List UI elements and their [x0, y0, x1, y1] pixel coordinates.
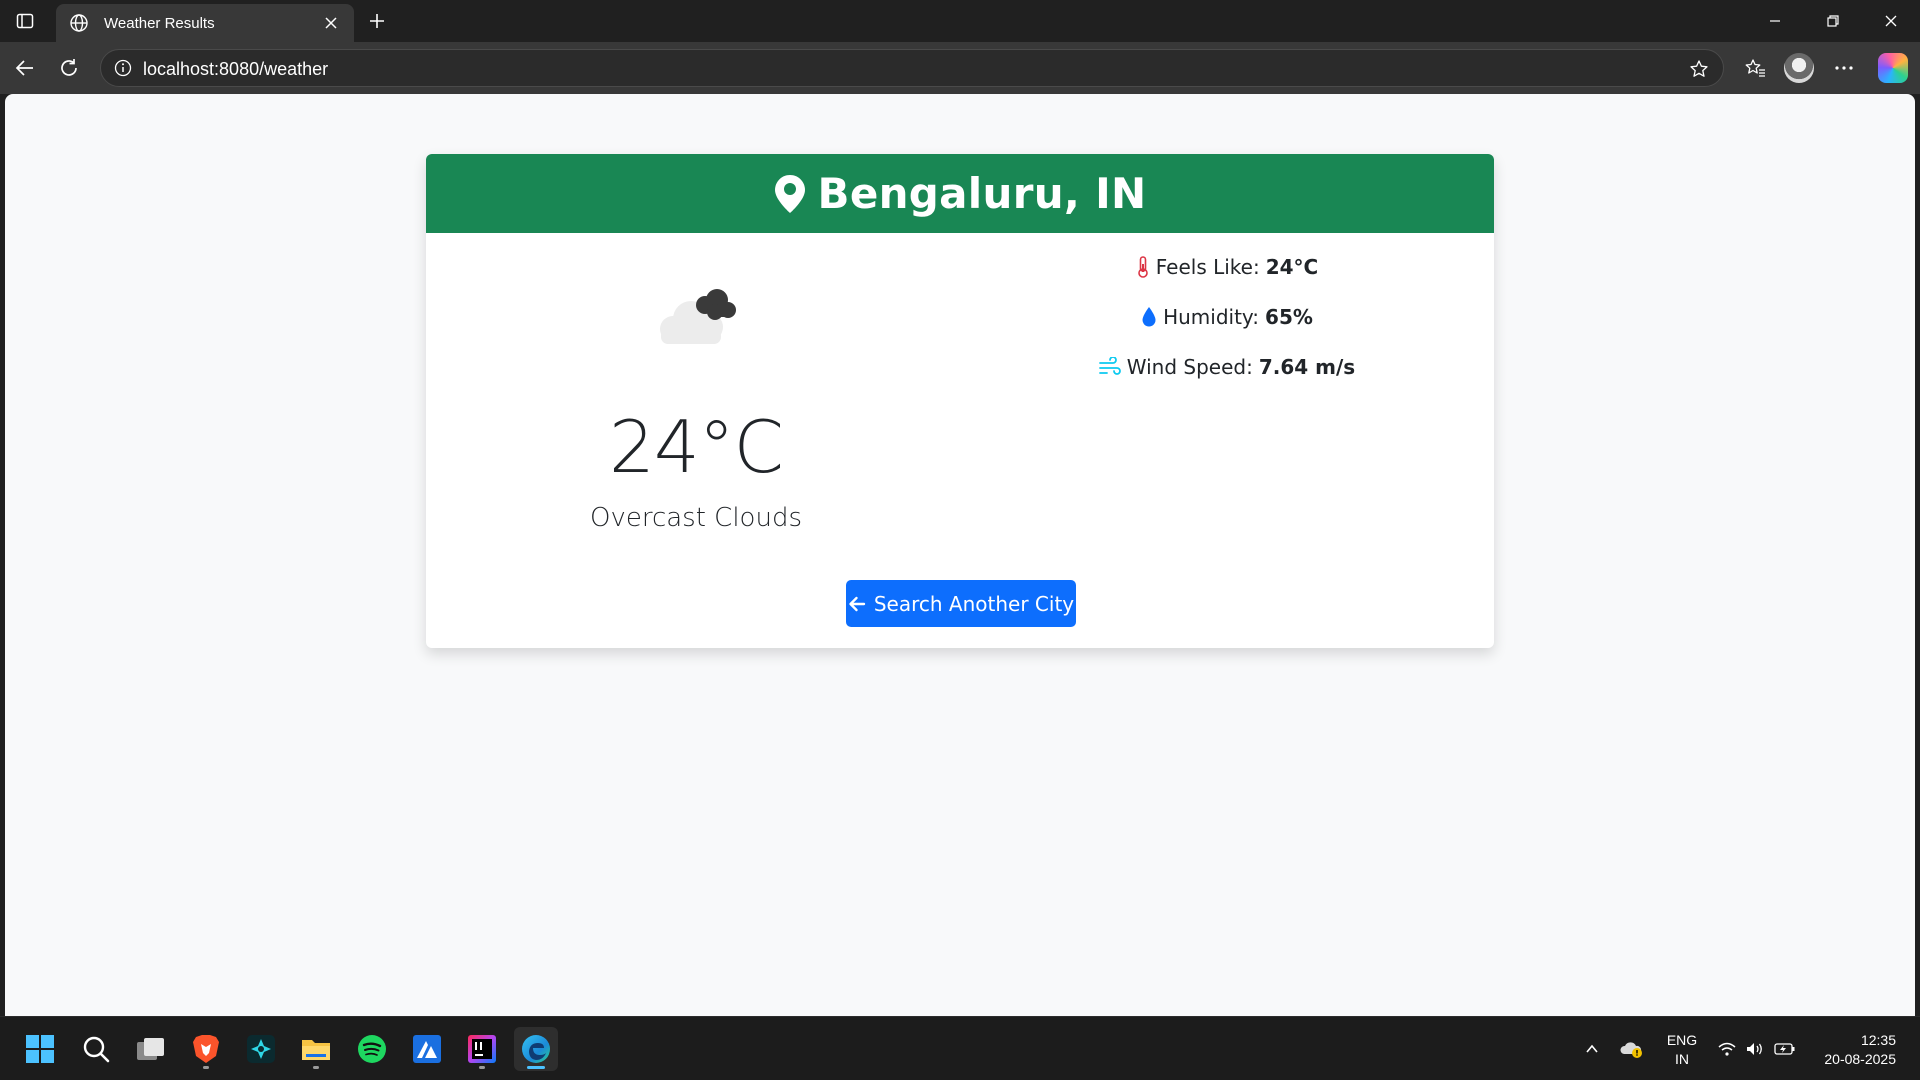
spotify-icon[interactable]: [350, 1027, 394, 1071]
active-indicator: [527, 1066, 545, 1069]
tab-title: Weather Results: [104, 14, 215, 32]
droplet-icon: [1141, 306, 1157, 328]
intellij-icon[interactable]: [460, 1027, 504, 1071]
location-pin-icon: [774, 173, 808, 215]
search-another-city-label: Search Another City: [873, 591, 1075, 616]
volume-icon[interactable]: [1742, 1017, 1768, 1080]
running-indicator: [313, 1066, 319, 1069]
arrow-left-icon: [848, 595, 866, 613]
running-indicator: [479, 1066, 485, 1069]
wifi-icon[interactable]: [1714, 1017, 1740, 1080]
wind-speed-label: Wind Speed:: [1126, 355, 1253, 379]
brave-icon[interactable]: [184, 1027, 228, 1071]
app-icon[interactable]: [239, 1027, 283, 1071]
region-code: IN: [1675, 1051, 1689, 1067]
globe-icon: [68, 12, 90, 34]
edge-icon[interactable]: [514, 1027, 558, 1071]
humidity-label: Humidity:: [1163, 305, 1260, 329]
browser-title-bar: Weather Results: [0, 0, 1920, 42]
favorite-star-icon[interactable]: [1687, 57, 1711, 81]
file-explorer-icon[interactable]: [294, 1027, 338, 1071]
search-icon[interactable]: [74, 1027, 118, 1071]
onedrive-warning-icon[interactable]: [1618, 1017, 1646, 1080]
overcast-clouds-icon: [660, 289, 736, 344]
system-clock[interactable]: 12:35 20-08-2025: [1824, 1031, 1896, 1069]
temperature-value: 24°C: [609, 405, 784, 489]
clock-time: 12:35: [1860, 1032, 1896, 1048]
more-options-icon[interactable]: [1829, 53, 1859, 83]
close-window-button[interactable]: [1868, 6, 1914, 36]
humidity-row: Humidity: 65%: [960, 305, 1494, 329]
new-tab-button[interactable]: [364, 8, 390, 34]
search-another-city-button[interactable]: Search Another City: [846, 580, 1076, 627]
restore-button[interactable]: [1810, 6, 1856, 36]
back-arrow-icon[interactable]: [10, 53, 40, 83]
wind-speed-row: Wind Speed: 7.64 m/s: [960, 355, 1494, 379]
thermometer-icon: [1136, 256, 1150, 278]
card-header: Bengaluru, IN: [426, 154, 1494, 233]
feels-like-label: Feels Like:: [1155, 255, 1260, 279]
browser-toolbar: localhost:8080/weather: [0, 42, 1920, 94]
site-info-icon[interactable]: [113, 58, 133, 78]
battery-charging-icon[interactable]: [1772, 1017, 1798, 1080]
feels-like-row: Feels Like: 24°C: [960, 255, 1494, 279]
windows-taskbar: ENG IN 12:35 20-08-2025: [0, 1016, 1920, 1080]
profile-avatar[interactable]: [1784, 53, 1814, 83]
city-title: Bengaluru, IN: [817, 169, 1147, 218]
weather-card: Bengaluru, IN 24°C Overcast Clouds Feels…: [426, 154, 1494, 648]
clock-date: 20-08-2025: [1824, 1051, 1896, 1067]
close-tab-icon[interactable]: [320, 12, 342, 34]
wind-icon: [1098, 357, 1121, 377]
start-icon[interactable]: [18, 1027, 62, 1071]
browser-tab[interactable]: Weather Results: [56, 4, 354, 42]
input-language-indicator[interactable]: ENG IN: [1660, 1031, 1704, 1069]
show-hidden-icons-chevron[interactable]: [1578, 1017, 1606, 1080]
minimize-button[interactable]: [1752, 6, 1798, 36]
weather-condition: Overcast Clouds: [589, 503, 802, 533]
address-bar[interactable]: localhost:8080/weather: [100, 49, 1724, 87]
humidity-value: 65%: [1265, 305, 1313, 329]
app-icon[interactable]: [405, 1027, 449, 1071]
wind-speed-value: 7.64 m/s: [1258, 355, 1356, 379]
refresh-icon[interactable]: [54, 53, 84, 83]
feels-like-value: 24°C: [1265, 255, 1319, 279]
language-code: ENG: [1666, 1032, 1698, 1048]
running-indicator: [203, 1066, 209, 1069]
favorites-icon[interactable]: [1740, 53, 1770, 83]
tab-actions-icon[interactable]: [12, 8, 38, 34]
task-view-icon[interactable]: [129, 1027, 173, 1071]
page-viewport: Bengaluru, IN 24°C Overcast Clouds Feels…: [5, 94, 1915, 1016]
url-text[interactable]: localhost:8080/weather: [143, 59, 328, 80]
copilot-icon[interactable]: [1878, 53, 1908, 83]
